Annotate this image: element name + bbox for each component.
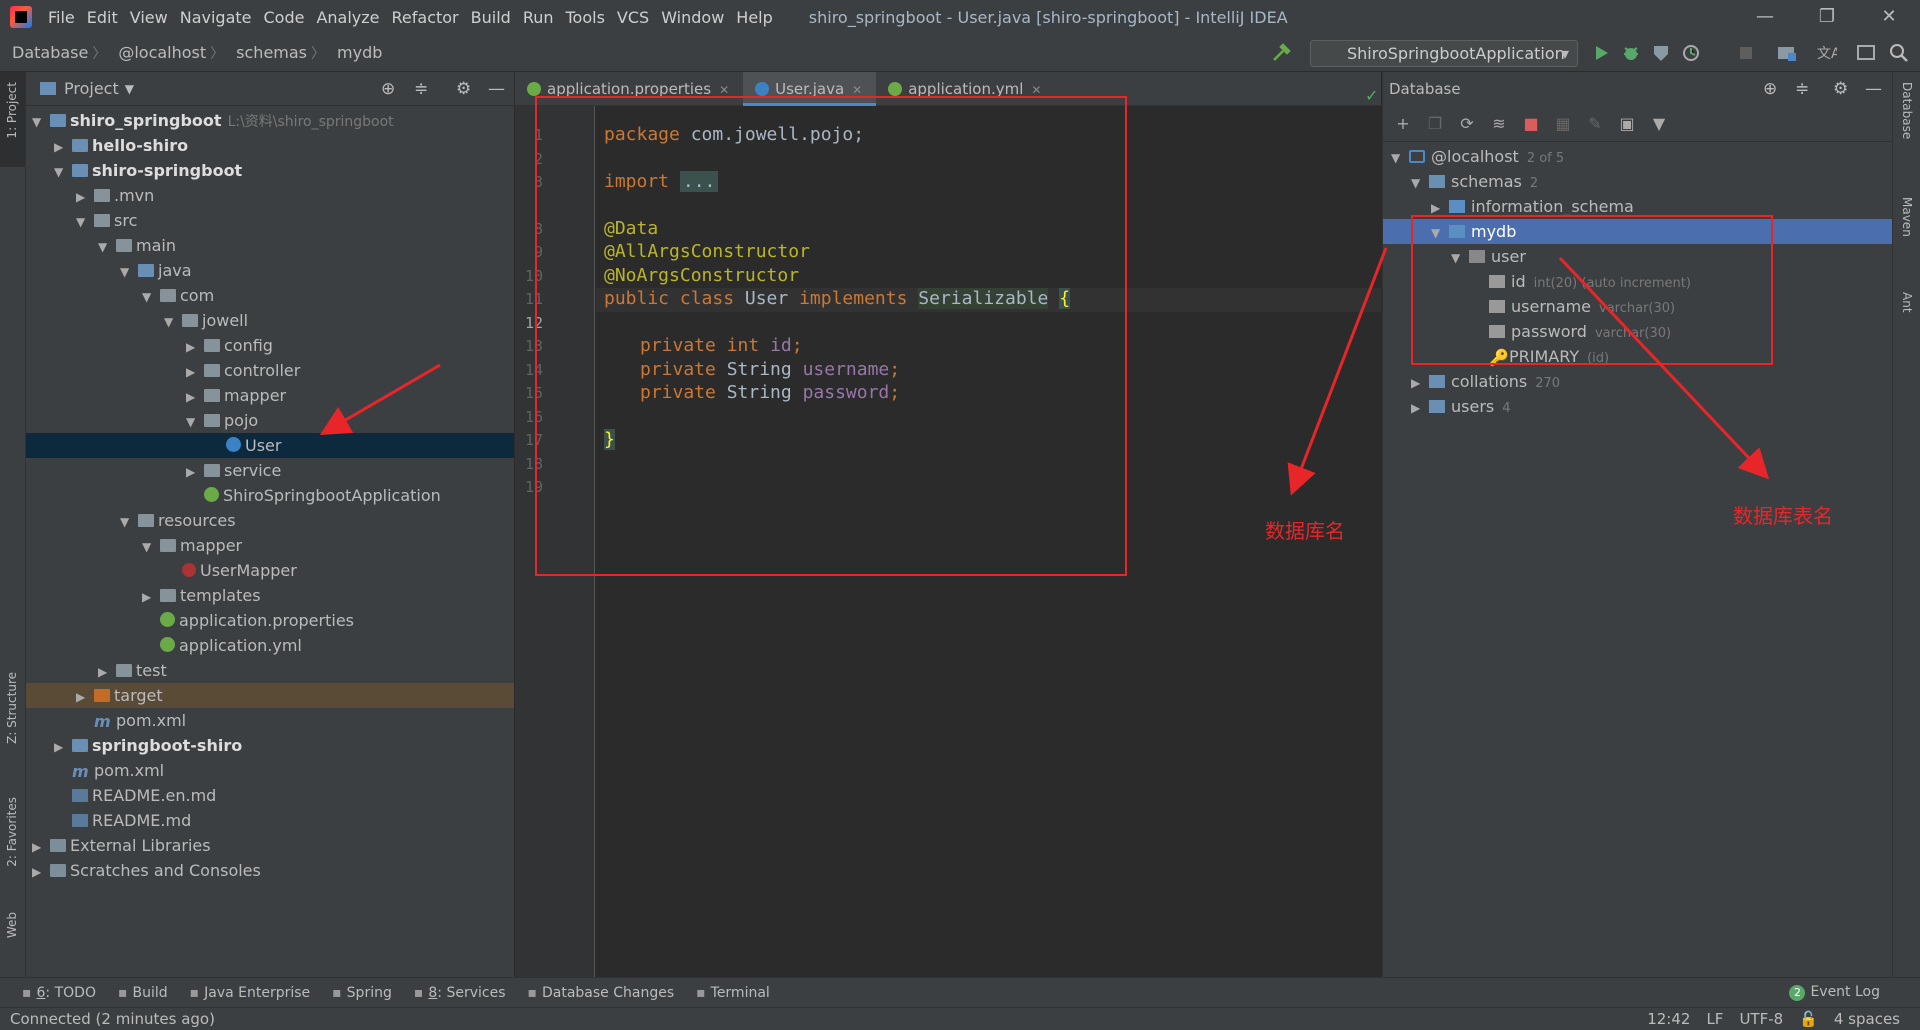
- annotation-table-name: 数据库表名: [1733, 504, 1833, 528]
- arrow-to-table-name-label: [1558, 256, 1770, 480]
- arrow-to-user-class: [319, 363, 441, 436]
- annotation-arrows: [319, 247, 1770, 496]
- arrow-to-db-name-label: [1287, 247, 1388, 496]
- annotation-db-name: 数据库名: [1265, 519, 1345, 543]
